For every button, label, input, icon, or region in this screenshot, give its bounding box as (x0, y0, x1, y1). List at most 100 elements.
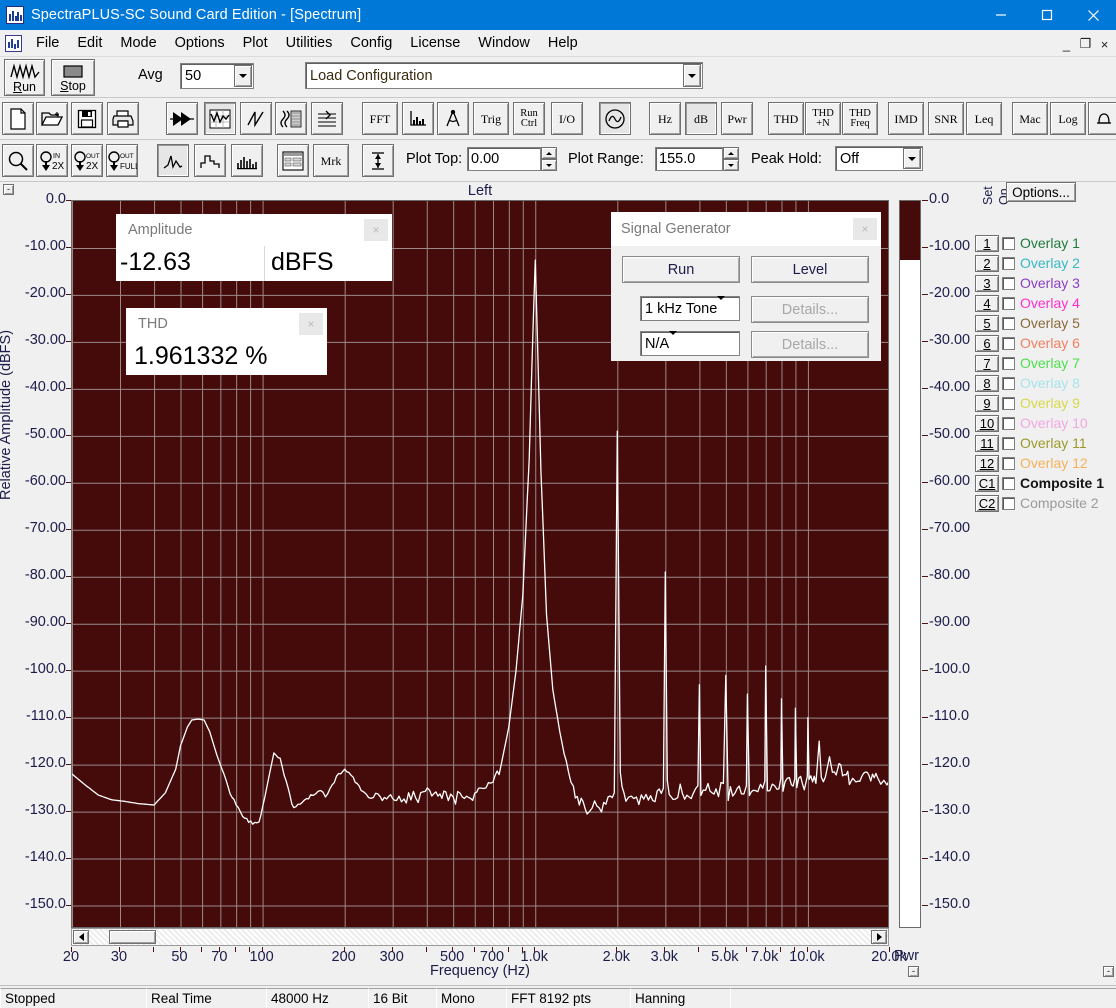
overlay-set-button[interactable]: 10 (975, 414, 999, 432)
close-icon[interactable]: × (853, 218, 877, 240)
print-button[interactable] (107, 102, 139, 135)
menu-help[interactable]: Help (539, 33, 587, 53)
overlay-set-button[interactable]: 1 (975, 234, 999, 252)
signal-generator-button[interactable] (599, 102, 631, 135)
thd-freq-button[interactable]: THD Freq (842, 102, 878, 135)
generator-source1-combo[interactable]: 1 kHz Tone (640, 295, 740, 321)
peak-hold-combo[interactable]: Off (835, 146, 923, 171)
generator-source2-combo[interactable]: N/A (640, 330, 740, 356)
snr-button[interactable]: SNR (928, 102, 964, 135)
overlay-on-checkbox[interactable] (1002, 436, 1015, 450)
overlay-on-checkbox[interactable] (1002, 476, 1015, 490)
overlay-set-button[interactable]: 2 (975, 254, 999, 272)
overlay-set-button[interactable]: C2 (975, 494, 999, 512)
save-file-button[interactable] (71, 102, 103, 135)
line-plot-style-button[interactable] (157, 144, 189, 177)
hscroll-thumb[interactable] (109, 930, 156, 944)
overlay-set-button[interactable]: 6 (975, 334, 999, 352)
menu-edit[interactable]: Edit (68, 33, 111, 53)
overlay-set-button[interactable]: 7 (975, 354, 999, 372)
overlays-collapse-button[interactable]: - (1103, 966, 1114, 977)
plot-range-stepper-down[interactable] (723, 159, 739, 171)
plot-range-stepper[interactable] (723, 147, 739, 171)
maximize-icon[interactable] (1024, 0, 1070, 30)
overlay-on-checkbox[interactable] (1002, 356, 1015, 370)
zoom-out-2x-button[interactable]: OUT 2X (71, 144, 103, 177)
io-button[interactable]: I/O (551, 102, 583, 135)
overlay-on-checkbox[interactable] (1002, 296, 1015, 310)
new-file-button[interactable] (2, 102, 34, 135)
hscroll-left-button[interactable] (73, 930, 89, 944)
thd-panel[interactable]: THD × 1.961332 % (126, 308, 327, 375)
trig-button[interactable]: Trig (473, 102, 509, 135)
log-button[interactable]: Log (1050, 102, 1086, 135)
db-button[interactable]: dB (685, 102, 717, 135)
zoom-in-2x-button[interactable]: IN 2X (36, 144, 68, 177)
chevron-down-icon[interactable] (683, 64, 701, 87)
close-icon[interactable] (1070, 0, 1116, 30)
alarm-button[interactable] (1088, 102, 1116, 135)
leq-button[interactable]: Leq (966, 102, 1002, 135)
plot-top-stepper[interactable] (541, 147, 557, 171)
menu-window[interactable]: Window (469, 33, 539, 53)
open-file-button[interactable] (36, 102, 68, 135)
chevron-down-icon[interactable] (903, 148, 921, 169)
run-button[interactable]: Run (4, 59, 45, 96)
menu-license[interactable]: License (401, 33, 469, 53)
hscroll-right-button[interactable] (871, 930, 887, 944)
data-table-button[interactable] (277, 144, 309, 177)
chevron-down-icon[interactable] (234, 65, 252, 87)
menu-plot[interactable]: Plot (234, 33, 277, 53)
overlay-on-checkbox[interactable] (1002, 456, 1015, 470)
run-ctrl-button[interactable]: Run Ctrl (513, 102, 545, 135)
overlay-set-button[interactable]: 3 (975, 274, 999, 292)
spectrum-plot-button[interactable] (204, 102, 236, 135)
avg-combo[interactable]: 50 (180, 63, 254, 89)
zoom-button[interactable] (2, 144, 34, 177)
overlay-on-checkbox[interactable] (1002, 336, 1015, 350)
overlay-set-button[interactable]: 8 (975, 374, 999, 392)
thd-button[interactable]: THD (768, 102, 804, 135)
minimize-icon[interactable] (978, 0, 1024, 30)
generator-level-button[interactable]: Level (751, 256, 869, 283)
octave-button[interactable] (402, 102, 434, 135)
menu-mode[interactable]: Mode (111, 33, 165, 53)
pwr-button[interactable]: Pwr (721, 102, 753, 135)
fast-forward-button[interactable] (166, 102, 198, 135)
close-icon[interactable]: × (364, 219, 388, 241)
plot-top-stepper-down[interactable] (541, 159, 557, 171)
mdi-close-icon[interactable]: × (1095, 32, 1114, 52)
marker-button[interactable]: Mrk (313, 144, 349, 177)
amplitude-panel[interactable]: Amplitude × -12.63 dBFS (116, 214, 392, 281)
bar-plot-style-button[interactable] (231, 144, 263, 177)
peak-frequency-button[interactable] (437, 102, 469, 135)
overlay-on-checkbox[interactable] (1002, 416, 1015, 430)
overlay-set-button[interactable]: 4 (975, 294, 999, 312)
fft-button[interactable]: FFT (362, 102, 398, 135)
imd-button[interactable]: IMD (888, 102, 924, 135)
plot-range-input[interactable]: 155.0 (655, 147, 723, 171)
stop-button[interactable]: Stop (51, 59, 95, 96)
meter-collapse-button[interactable]: - (908, 966, 919, 977)
overlay-on-checkbox[interactable] (1002, 316, 1015, 330)
chevron-down-icon[interactable] (669, 330, 678, 353)
overlay-on-checkbox[interactable] (1002, 396, 1015, 410)
menu-config[interactable]: Config (341, 33, 401, 53)
graph-hscrollbar[interactable] (71, 928, 889, 946)
overlay-on-checkbox[interactable] (1002, 376, 1015, 390)
overlay-set-button[interactable]: C1 (975, 474, 999, 492)
overlay-on-checkbox[interactable] (1002, 236, 1015, 250)
mdi-restore-icon[interactable]: ❐ (1076, 32, 1095, 52)
menu-file[interactable]: File (27, 33, 68, 53)
cursor-span-button[interactable] (362, 144, 394, 177)
waterfall-button[interactable] (275, 102, 307, 135)
zoom-out-full-button[interactable]: OUT FULL (106, 144, 138, 177)
overlay-on-checkbox[interactable] (1002, 276, 1015, 290)
overlay-on-checkbox[interactable] (1002, 496, 1015, 510)
spectrogram-button[interactable] (311, 102, 343, 135)
plot-top-input[interactable]: 0.00 (467, 147, 541, 171)
thd-n-button[interactable]: THD +N (805, 102, 841, 135)
overlay-set-button[interactable]: 9 (975, 394, 999, 412)
mdi-minimize-icon[interactable]: _ (1057, 32, 1076, 52)
overlay-set-button[interactable]: 12 (975, 454, 999, 472)
